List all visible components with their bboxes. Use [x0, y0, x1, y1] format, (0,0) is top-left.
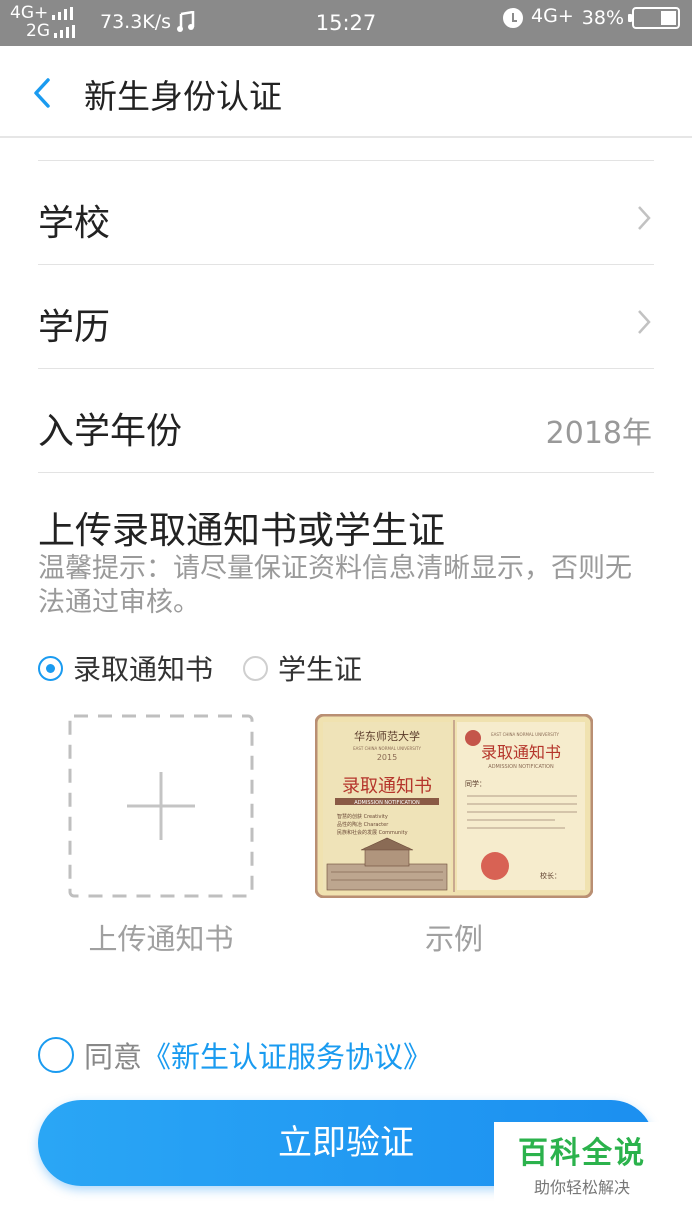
- divider: [38, 368, 654, 369]
- sample-motto-1: 智慧的创获 Creativity: [337, 813, 388, 820]
- school-label: 学校: [38, 203, 111, 244]
- upload-hint: 温馨提示：请尽量保证资料信息清晰显示，否则无法通过审核。: [38, 553, 632, 618]
- radio-checked-icon: [38, 655, 63, 681]
- divider: [38, 472, 654, 473]
- sample-heading-right: 录取通知书: [481, 743, 561, 762]
- chevron-right-icon: [638, 310, 651, 334]
- sample-motto-2: 品性的陶冶 Character: [337, 821, 389, 828]
- plus-icon: [127, 772, 195, 840]
- battery-percent: 38%: [581, 7, 624, 29]
- sample-sign: 校长：: [540, 871, 561, 880]
- enrollment-year-label: 入学年份: [38, 411, 183, 452]
- radio-label: 录取通知书: [73, 653, 214, 686]
- radio-admission-notice[interactable]: 录取通知书: [38, 648, 213, 688]
- education-row[interactable]: 学历: [38, 270, 654, 370]
- status-bar: 4G+ 2G 73.3K/s 15:27 4G+ 38%: [0, 0, 692, 46]
- watermark-title: 百科全说: [518, 1136, 646, 1171]
- upload-notice-button[interactable]: [68, 714, 254, 898]
- sample-heading-left: 录取通知书: [342, 776, 432, 797]
- sample-heading-en-right: ADMISSION NOTIFICATION: [488, 764, 554, 770]
- chevron-left-icon[interactable]: [28, 76, 58, 110]
- sample-heading-en-left: ADMISSION NOTIFICATION: [354, 800, 420, 806]
- enrollment-year-value: 2018年: [545, 416, 652, 451]
- school-row[interactable]: 学校: [38, 166, 654, 266]
- document-type-radio-group: 录取通知书 学生证: [38, 648, 392, 688]
- upload-caption: 上传通知书: [88, 922, 234, 956]
- sample-school-en: EAST CHINA NORMAL UNIVERSITY: [353, 746, 421, 751]
- alarm-icon: [503, 8, 524, 28]
- divider: [38, 160, 654, 161]
- upload-section-title: 上传录取通知书或学生证: [38, 509, 445, 552]
- agreement-prefix: 同意: [84, 1040, 143, 1074]
- radio-unchecked-icon: [243, 655, 269, 681]
- sample-caption: 示例: [424, 922, 483, 956]
- agreement-row: 同意 《新生认证服务协议》: [38, 1034, 432, 1076]
- watermark-logo: 百科全说 助你轻松解决: [494, 1122, 670, 1202]
- agreement-link[interactable]: 《新生认证服务协议》: [142, 1034, 432, 1076]
- radio-label: 学生证: [278, 653, 363, 686]
- page-title: 新生身份认证: [84, 77, 282, 116]
- battery-fill: [660, 11, 676, 25]
- sample-greeting: 同学：: [465, 779, 486, 788]
- education-label: 学历: [38, 307, 111, 348]
- sample-school-en-right: EAST CHINA NORMAL UNIVERSITY: [491, 732, 559, 737]
- app-header: 新生身份认证: [0, 46, 692, 138]
- sample-school-name: 华东师范大学: [354, 729, 420, 743]
- enrollment-year-row[interactable]: 入学年份 2018年: [38, 374, 654, 474]
- sample-admission-notice-image: 华东师范大学 EAST CHINA NORMAL UNIVERSITY 2015…: [315, 714, 593, 898]
- sample-year: 2015: [377, 753, 397, 762]
- chevron-right-icon: [638, 206, 651, 230]
- status-right: 4G+ 38%: [503, 7, 680, 29]
- network-type-right: 4G+: [531, 5, 574, 27]
- battery-icon: [628, 7, 680, 29]
- watermark-subtitle: 助你轻松解决: [533, 1178, 630, 1197]
- divider: [38, 264, 654, 265]
- sample-motto-3: 民族和社会的发展 Community: [337, 829, 408, 836]
- radio-student-id[interactable]: 学生证: [243, 648, 362, 688]
- agreement-checkbox[interactable]: [38, 1037, 74, 1073]
